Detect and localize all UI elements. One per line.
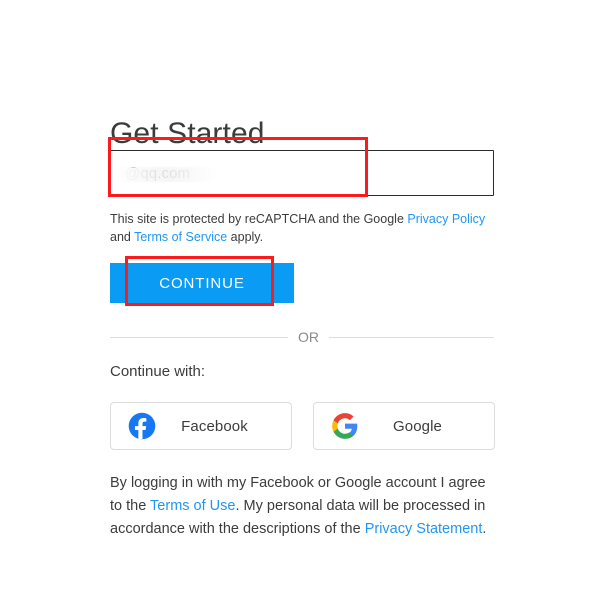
recaptcha-text-2: and bbox=[110, 229, 135, 244]
divider-label: OR bbox=[298, 329, 319, 345]
facebook-icon bbox=[128, 412, 156, 440]
email-input-value: @qq.com bbox=[125, 164, 191, 182]
legal-text-3: . bbox=[482, 521, 487, 537]
privacy-policy-link[interactable]: Privacy Policy bbox=[407, 212, 485, 226]
privacy-statement-link[interactable]: Privacy Statement bbox=[365, 521, 483, 537]
divider-line-left bbox=[110, 336, 288, 338]
recaptcha-notice: This site is protected by reCAPTCHA and … bbox=[110, 211, 492, 246]
social-prompt-label: Continue with: bbox=[110, 363, 206, 380]
page-title: Get Started bbox=[110, 117, 265, 151]
terms-of-use-link[interactable]: Terms of Use bbox=[150, 498, 235, 514]
recaptcha-text-1: This site is protected by reCAPTCHA and … bbox=[110, 212, 408, 226]
google-button-label: Google bbox=[393, 417, 442, 435]
terms-of-service-link[interactable]: Terms of Service bbox=[134, 230, 227, 244]
signup-page: Get Started @qq.com This site is protect… bbox=[0, 0, 604, 606]
email-value-wrapper: @qq.com bbox=[125, 151, 190, 195]
continue-button[interactable]: CONTINUE bbox=[110, 263, 294, 303]
google-icon bbox=[332, 413, 358, 439]
legal-disclaimer: By logging in with my Facebook or Google… bbox=[110, 472, 490, 541]
email-input[interactable]: @qq.com bbox=[110, 150, 494, 196]
facebook-button-label: Facebook bbox=[181, 417, 248, 435]
recaptcha-text-3: apply. bbox=[227, 229, 264, 244]
divider-line-right bbox=[329, 336, 494, 338]
or-divider: OR bbox=[110, 328, 494, 346]
google-login-button[interactable]: Google bbox=[313, 402, 495, 450]
facebook-login-button[interactable]: Facebook bbox=[110, 402, 292, 450]
